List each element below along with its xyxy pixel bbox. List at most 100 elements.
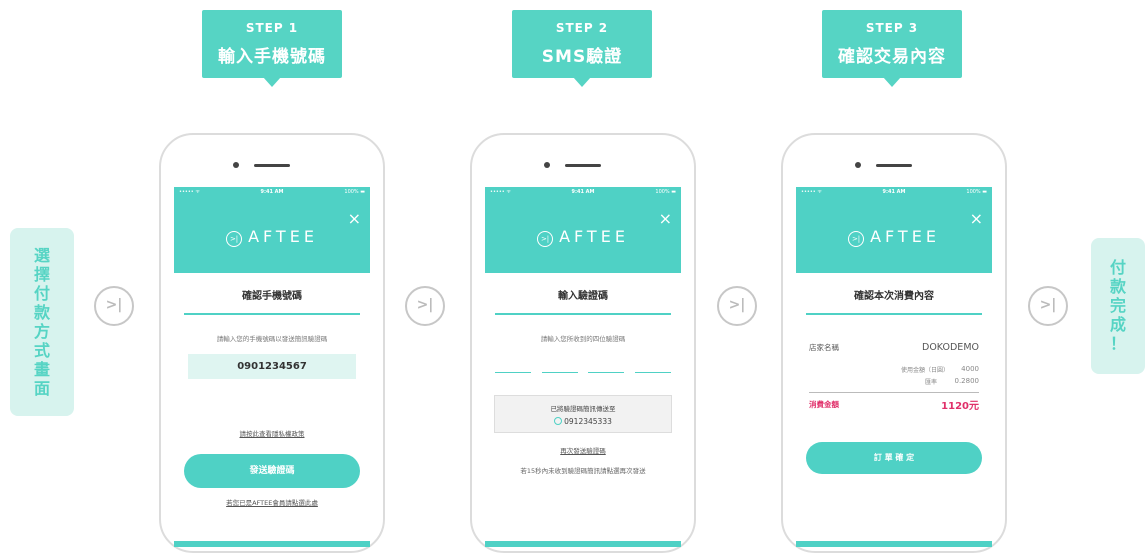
rate-value: 0.2800 (954, 377, 980, 385)
store-value: DOKODEMO (922, 342, 979, 353)
title-divider (806, 313, 982, 315)
sms-verification-screen: ••••• ᯤ 9:41 AM 100% ▬ × >| AFTEE 輸入驗證碼 請… (485, 187, 681, 547)
battery-icon: 100% ▬ (655, 189, 676, 195)
page-title: 輸入驗證碼 (558, 291, 608, 302)
aftee-logo-text: AFTEE (870, 227, 940, 246)
resend-note: 若15秒內未收到驗證碼簡訊請點選再次發送 (520, 467, 646, 475)
app-header: ••••• ᯤ 9:41 AM 100% ▬ × >| AFTEE (174, 187, 370, 273)
sent-phone-number: 0912345333 (564, 417, 612, 426)
code-digit-input[interactable] (495, 372, 531, 373)
close-icon[interactable]: × (659, 209, 672, 228)
send-code-button[interactable]: 發送驗證碼 (184, 454, 360, 488)
title-divider (495, 313, 671, 315)
page-title: 確認本次消費內容 (854, 291, 934, 302)
battery-icon: 100% ▬ (966, 189, 987, 195)
next-step-arrow-icon: >| (717, 286, 757, 326)
next-step-arrow-icon: >| (405, 286, 445, 326)
resend-code-link[interactable]: 再次發送驗證碼 (485, 445, 681, 455)
battery-icon: 100% ▬ (344, 189, 365, 195)
title-divider (184, 313, 360, 315)
aftee-mark-icon: >| (537, 231, 554, 247)
step3-callout: STEP 3 確認交易內容 (822, 10, 962, 87)
right-label-char: 款 (1109, 277, 1126, 296)
left-label-char: 款 (33, 303, 50, 322)
code-digit-input[interactable] (588, 372, 625, 373)
close-icon[interactable]: × (970, 209, 983, 228)
right-label-char: 完 (1109, 296, 1126, 315)
instruction-text: 請輸入您的手機號碼以發送簡訊驗證碼 (216, 335, 328, 343)
phone-icon (554, 417, 563, 425)
left-label-char: 擇 (33, 265, 50, 284)
aftee-logo: >| AFTEE (485, 227, 681, 247)
privacy-policy-link[interactable]: 請按此查看隱私權政策 (174, 428, 370, 438)
aftee-logo-text: AFTEE (248, 227, 318, 246)
phone-step1: ••••• ᯤ 9:41 AM 100% ▬ × >| AFTEE 確認手機號碼 … (159, 133, 385, 553)
bottom-bar (485, 541, 681, 547)
store-label: 店家名稱 (809, 343, 839, 352)
phone-step3: ••••• ᯤ 9:41 AM 100% ▬ × >| AFTEE 確認本次消費內… (781, 133, 1007, 553)
left-label-char: 式 (33, 341, 50, 360)
total-divider (809, 392, 979, 393)
camera-icon (233, 162, 239, 168)
step3-title: 確認交易內容 (838, 47, 946, 67)
app-header: ••••• ᯤ 9:41 AM 100% ▬ × >| AFTEE (796, 187, 992, 273)
status-bar: ••••• ᯤ 9:41 AM 100% ▬ (174, 189, 370, 199)
status-time: 9:41 AM (882, 189, 906, 195)
code-digit-input[interactable] (541, 372, 578, 373)
left-label-char: 付 (33, 284, 50, 303)
step1-number: STEP 1 (245, 21, 299, 35)
page-title: 確認手機號碼 (242, 291, 302, 302)
camera-icon (544, 162, 550, 168)
speaker-icon (565, 164, 601, 167)
aftee-logo-text: AFTEE (559, 227, 629, 246)
confirm-order-button[interactable]: 訂 單 確 定 (806, 442, 982, 474)
phone-number-screen: ••••• ᯤ 9:41 AM 100% ▬ × >| AFTEE 確認手機號碼 … (174, 187, 370, 547)
store-row: 店家名稱 DOKODEMO (796, 342, 992, 353)
left-label-char: 選 (33, 246, 50, 265)
phone-step2: ••••• ᯤ 9:41 AM 100% ▬ × >| AFTEE 輸入驗證碼 請… (470, 133, 696, 553)
left-label-char: 面 (33, 379, 50, 398)
left-label-char: 畫 (33, 360, 50, 379)
right-label-char: 成 (1109, 315, 1126, 334)
app-header: ••••• ᯤ 9:41 AM 100% ▬ × >| AFTEE (485, 187, 681, 273)
bottom-bar (796, 541, 992, 547)
next-step-arrow-icon: >| (94, 286, 134, 326)
amount-value: 4000 (961, 365, 979, 373)
instruction-text: 請輸入您所收到的四位驗證碼 (540, 335, 626, 343)
status-time: 9:41 AM (571, 189, 595, 195)
transaction-confirm-screen: ••••• ᯤ 9:41 AM 100% ▬ × >| AFTEE 確認本次消費內… (796, 187, 992, 547)
rate-label: 匯率 (924, 379, 937, 386)
total-value: 1120元 (941, 401, 979, 412)
camera-icon (855, 162, 861, 168)
status-bar: ••••• ᯤ 9:41 AM 100% ▬ (796, 189, 992, 199)
code-sent-notice: 已將驗證碼簡訊傳送至 0912345333 (494, 395, 672, 433)
aftee-mark-icon: >| (226, 231, 243, 247)
step2-number: STEP 2 (555, 21, 609, 35)
step1-title: 輸入手機號碼 (218, 47, 326, 67)
aftee-mark-icon: >| (848, 231, 865, 247)
aftee-logo: >| AFTEE (796, 227, 992, 247)
code-input-group (495, 372, 671, 373)
code-digit-input[interactable] (634, 372, 671, 373)
step2-callout: STEP 2 SMS驗證 (512, 10, 652, 87)
speaker-icon (876, 164, 912, 167)
payment-method-screen-label: 選 擇 付 款 方 式 畫 面 (10, 228, 74, 416)
next-step-arrow-icon: >| (1028, 286, 1068, 326)
step3-number: STEP 3 (865, 21, 919, 35)
total-label: 消費金額 (809, 400, 839, 409)
right-label-char: ！ (1109, 334, 1126, 353)
code-sent-text: 已將驗證碼簡訊傳送至 (550, 405, 616, 413)
speaker-icon (254, 164, 290, 167)
close-icon[interactable]: × (348, 209, 361, 228)
phone-number-field[interactable]: 0901234567 (188, 354, 356, 379)
member-login-link[interactable]: 若您已是AFTEE會員請點選此處 (174, 497, 370, 507)
amount-details: 使用金額（日圓） 4000 匯率 0.2800 (796, 365, 992, 386)
bottom-bar (174, 541, 370, 547)
step2-title: SMS驗證 (541, 47, 623, 67)
payment-complete-label: 付 款 完 成 ！ (1091, 238, 1145, 374)
amount-label: 使用金額（日圓） (900, 367, 949, 374)
step1-callout: STEP 1 輸入手機號碼 (202, 10, 342, 87)
left-label-char: 方 (33, 322, 50, 341)
status-time: 9:41 AM (260, 189, 284, 195)
total-row: 消費金額 1120元 (796, 397, 992, 412)
